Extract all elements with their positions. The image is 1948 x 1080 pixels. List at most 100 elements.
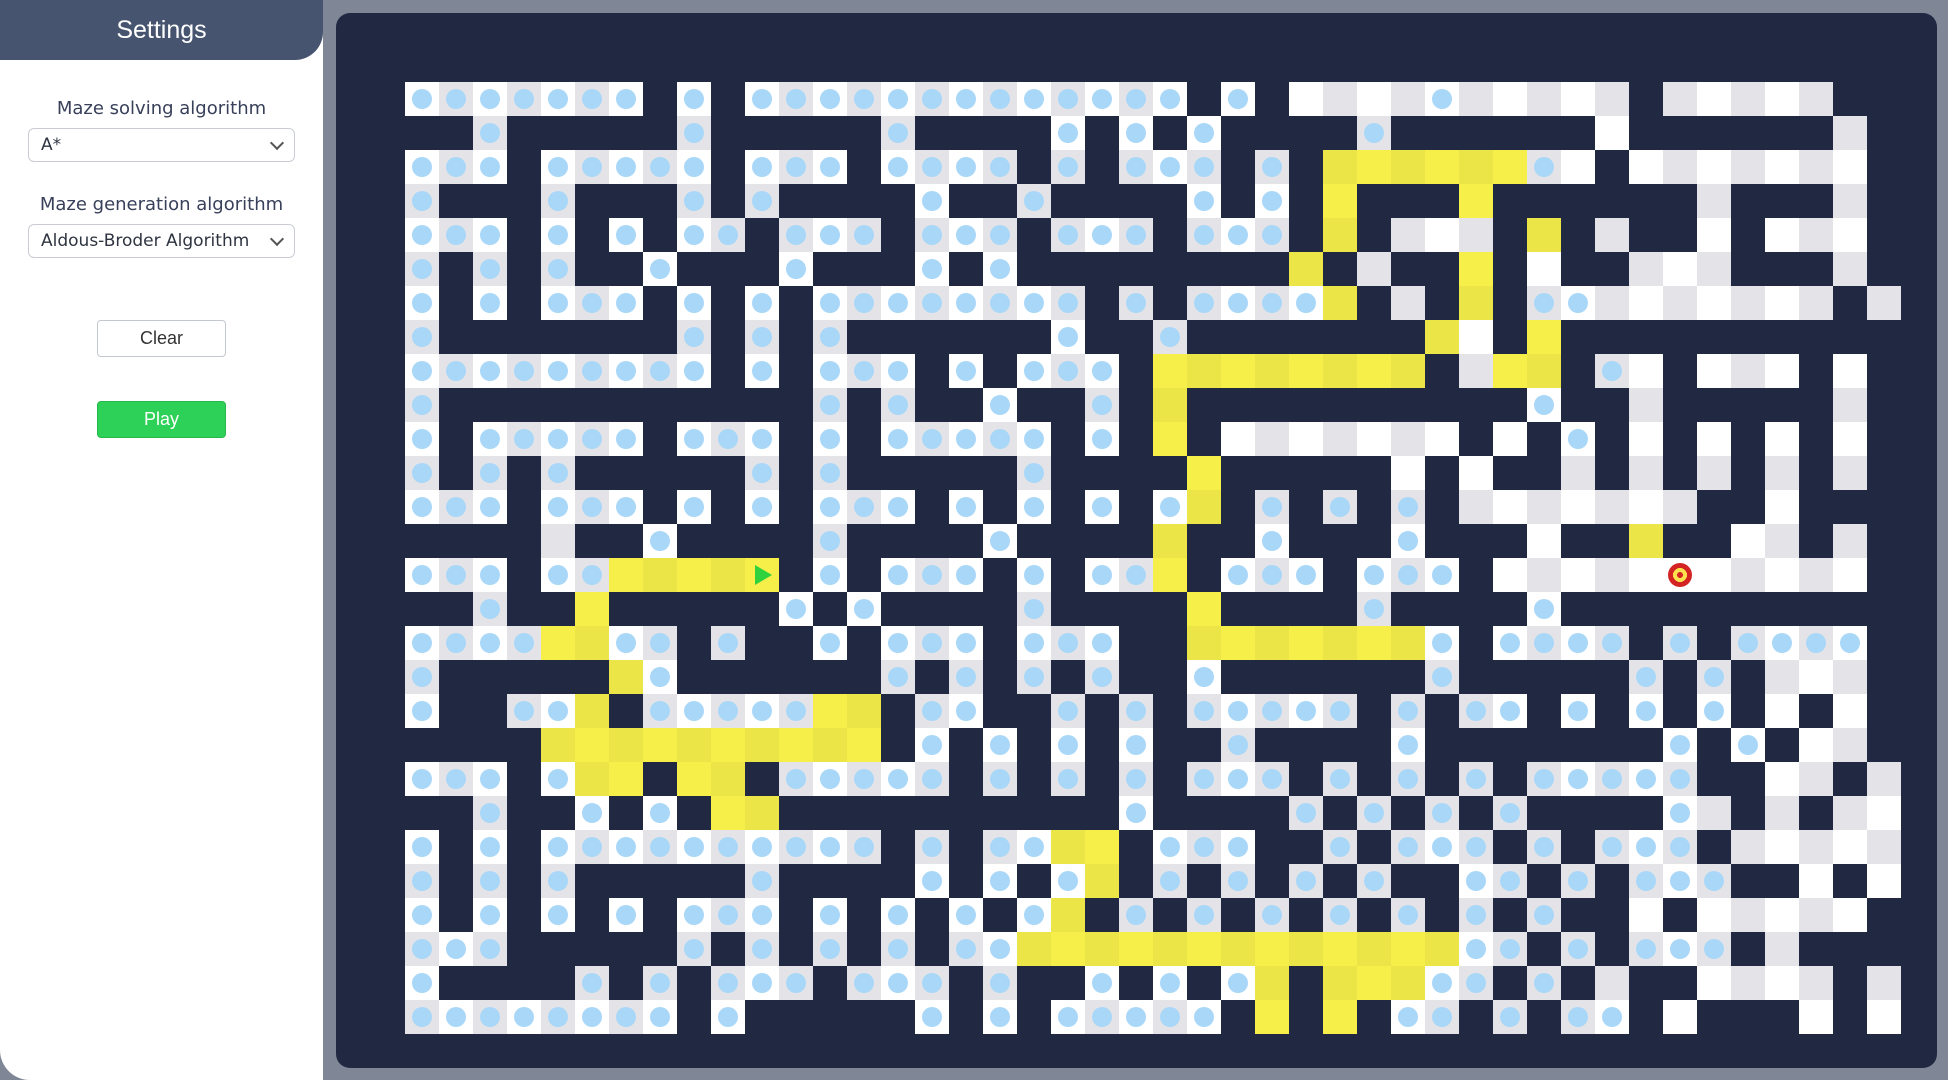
maze-wall-cell[interactable] [1867, 932, 1901, 966]
maze-wall-cell[interactable] [711, 388, 745, 422]
maze-wall-cell[interactable] [813, 966, 847, 1000]
maze-wall-cell[interactable] [1289, 48, 1323, 82]
maze-visited-cell[interactable] [711, 966, 745, 1000]
maze-visited-cell[interactable] [983, 728, 1017, 762]
maze-open-cell[interactable] [1493, 422, 1527, 456]
maze-wall-cell[interactable] [609, 456, 643, 490]
maze-wall-cell[interactable] [1289, 184, 1323, 218]
maze-visited-cell[interactable] [405, 456, 439, 490]
maze-visited-cell[interactable] [609, 898, 643, 932]
maze-wall-cell[interactable] [983, 116, 1017, 150]
maze-wall-cell[interactable] [371, 796, 405, 830]
maze-wall-cell[interactable] [1595, 660, 1629, 694]
maze-path-cell[interactable] [609, 762, 643, 796]
maze-wall-cell[interactable] [1561, 116, 1595, 150]
maze-wall-cell[interactable] [1799, 796, 1833, 830]
maze-wall-cell[interactable] [439, 592, 473, 626]
maze-path-cell[interactable] [1323, 932, 1357, 966]
maze-open-cell[interactable] [1833, 116, 1867, 150]
maze-visited-cell[interactable] [1255, 694, 1289, 728]
maze-wall-cell[interactable] [1323, 320, 1357, 354]
maze-wall-cell[interactable] [813, 592, 847, 626]
maze-wall-cell[interactable] [507, 796, 541, 830]
maze-visited-cell[interactable] [813, 286, 847, 320]
maze-wall-cell[interactable] [1629, 966, 1663, 1000]
maze-wall-cell[interactable] [1357, 286, 1391, 320]
maze-visited-cell[interactable] [1085, 388, 1119, 422]
maze-visited-cell[interactable] [1255, 184, 1289, 218]
maze-wall-cell[interactable] [609, 592, 643, 626]
maze-wall-cell[interactable] [609, 252, 643, 286]
maze-visited-cell[interactable] [1221, 728, 1255, 762]
maze-visited-cell[interactable] [507, 694, 541, 728]
maze-wall-cell[interactable] [847, 456, 881, 490]
maze-open-cell[interactable] [1765, 422, 1799, 456]
maze-visited-cell[interactable] [1153, 82, 1187, 116]
maze-path-cell[interactable] [609, 558, 643, 592]
maze-visited-cell[interactable] [1221, 218, 1255, 252]
maze-wall-cell[interactable] [1493, 320, 1527, 354]
maze-wall-cell[interactable] [507, 660, 541, 694]
maze-wall-cell[interactable] [609, 116, 643, 150]
maze-visited-cell[interactable] [473, 252, 507, 286]
maze-wall-cell[interactable] [1867, 116, 1901, 150]
maze-visited-cell[interactable] [949, 218, 983, 252]
maze-visited-cell[interactable] [405, 82, 439, 116]
maze-wall-cell[interactable] [1017, 966, 1051, 1000]
maze-wall-cell[interactable] [643, 388, 677, 422]
maze-path-cell[interactable] [1323, 626, 1357, 660]
maze-wall-cell[interactable] [1187, 966, 1221, 1000]
maze-open-cell[interactable] [1765, 898, 1799, 932]
maze-path-cell[interactable] [1187, 932, 1221, 966]
maze-visited-cell[interactable] [1663, 830, 1697, 864]
maze-wall-cell[interactable] [643, 422, 677, 456]
maze-visited-cell[interactable] [1051, 762, 1085, 796]
maze-wall-cell[interactable] [1119, 320, 1153, 354]
maze-wall-cell[interactable] [1085, 48, 1119, 82]
maze-visited-cell[interactable] [1221, 286, 1255, 320]
maze-open-cell[interactable] [1833, 218, 1867, 252]
maze-wall-cell[interactable] [1153, 762, 1187, 796]
maze-open-cell[interactable] [1697, 218, 1731, 252]
maze-visited-cell[interactable] [1187, 694, 1221, 728]
maze-wall-cell[interactable] [745, 252, 779, 286]
maze-open-cell[interactable] [1867, 1000, 1901, 1034]
maze-visited-cell[interactable] [1085, 558, 1119, 592]
maze-open-cell[interactable] [1527, 490, 1561, 524]
maze-wall-cell[interactable] [915, 388, 949, 422]
maze-wall-cell[interactable] [1731, 660, 1765, 694]
maze-wall-cell[interactable] [1187, 864, 1221, 898]
maze-visited-cell[interactable] [405, 932, 439, 966]
maze-wall-cell[interactable] [1595, 456, 1629, 490]
maze-path-cell[interactable] [1153, 354, 1187, 388]
maze-path-cell[interactable] [813, 694, 847, 728]
maze-visited-cell[interactable] [1493, 796, 1527, 830]
maze-wall-cell[interactable] [1221, 660, 1255, 694]
maze-open-cell[interactable] [1833, 184, 1867, 218]
maze-wall-cell[interactable] [1833, 1000, 1867, 1034]
maze-visited-cell[interactable] [541, 490, 575, 524]
maze-wall-cell[interactable] [1833, 762, 1867, 796]
maze-path-cell[interactable] [1357, 354, 1391, 388]
maze-wall-cell[interactable] [881, 252, 915, 286]
maze-wall-cell[interactable] [1765, 728, 1799, 762]
maze-wall-cell[interactable] [983, 592, 1017, 626]
maze-path-cell[interactable] [1221, 932, 1255, 966]
maze-visited-cell[interactable] [1051, 320, 1085, 354]
maze-wall-cell[interactable] [1153, 898, 1187, 932]
maze-wall-cell[interactable] [1459, 660, 1493, 694]
maze-wall-cell[interactable] [609, 966, 643, 1000]
maze-wall-cell[interactable] [779, 354, 813, 388]
maze-wall-cell[interactable] [643, 218, 677, 252]
maze-visited-cell[interactable] [847, 354, 881, 388]
maze-wall-cell[interactable] [1391, 388, 1425, 422]
maze-visited-cell[interactable] [439, 626, 473, 660]
maze-visited-cell[interactable] [847, 286, 881, 320]
solving-algorithm-select[interactable]: A* [28, 128, 295, 162]
maze-path-cell[interactable] [1119, 932, 1153, 966]
maze-wall-cell[interactable] [1493, 116, 1527, 150]
maze-wall-cell[interactable] [1357, 1000, 1391, 1034]
maze-wall-cell[interactable] [711, 184, 745, 218]
maze-path-cell[interactable] [1459, 184, 1493, 218]
maze-open-cell[interactable] [1799, 218, 1833, 252]
